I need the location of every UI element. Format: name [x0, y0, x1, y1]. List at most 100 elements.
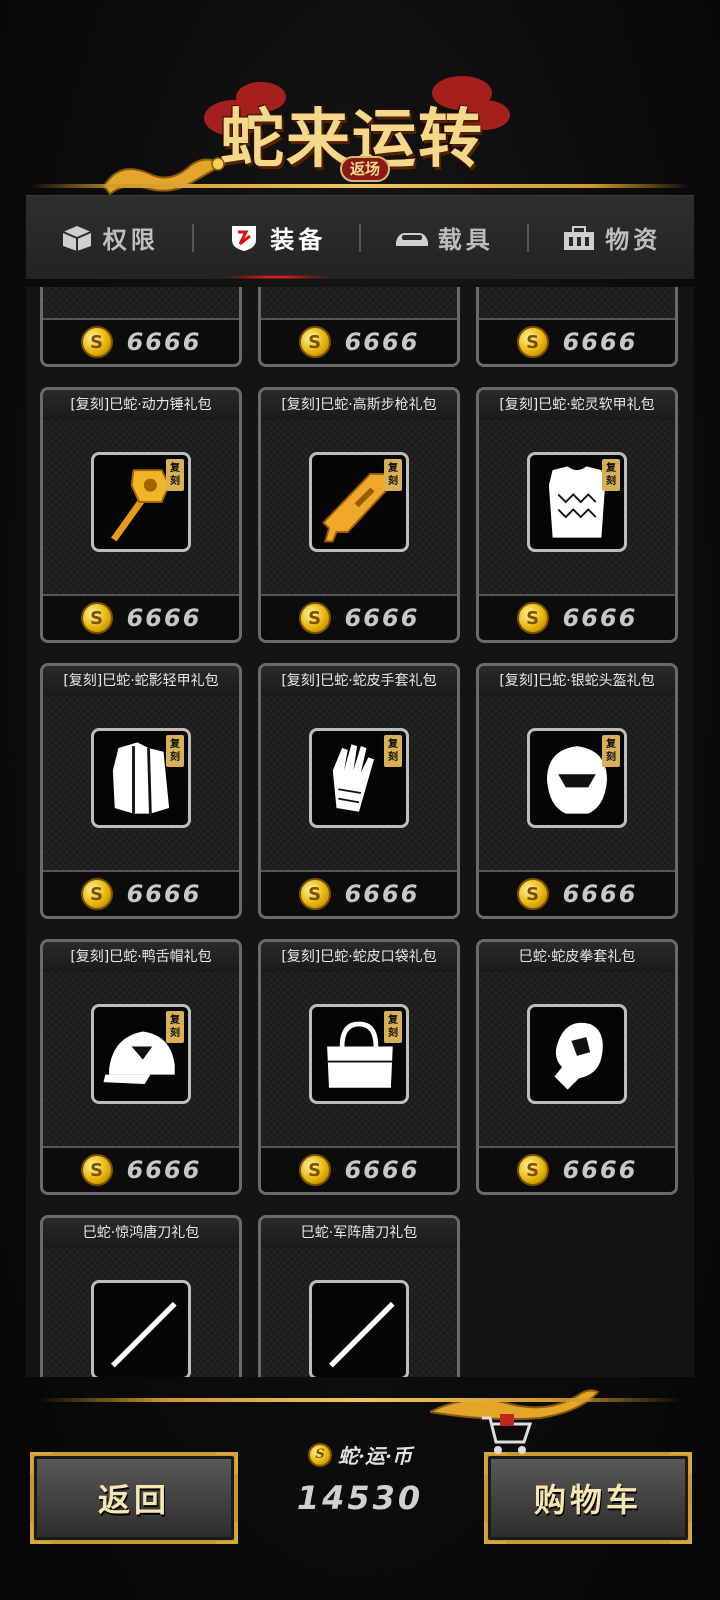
- item-price: 6666: [562, 1156, 638, 1184]
- item-price-row[interactable]: S 6666: [261, 1146, 457, 1192]
- replica-badge: 复刻: [602, 459, 620, 491]
- item-body: [43, 1248, 239, 1377]
- replica-badge: 复刻: [166, 459, 184, 491]
- event-logo: 蛇来运转 返场: [200, 70, 520, 190]
- item-body: 复刻: [261, 696, 457, 872]
- snake-coin-icon: S: [298, 1154, 331, 1186]
- replica-badge: 复刻: [384, 735, 402, 767]
- item-price-row[interactable]: S 6666: [479, 318, 675, 364]
- snake-coin-icon: S: [516, 602, 549, 634]
- item-body: 复刻: [261, 420, 457, 596]
- item-card[interactable]: [复刻]巳蛇·银蛇头盔礼包复刻 S 6666: [476, 663, 678, 919]
- snake-coin-icon: S: [298, 326, 331, 358]
- item-price: 6666: [344, 880, 420, 908]
- item-price: 6666: [344, 328, 420, 356]
- item-body: [43, 287, 239, 320]
- item-body: 复刻: [43, 420, 239, 596]
- snake-coin-icon: S: [298, 878, 331, 910]
- snake-coin-icon: S: [80, 878, 113, 910]
- item-body: [479, 972, 675, 1148]
- item-title: [复刻]巳蛇·动力锤礼包: [43, 390, 239, 420]
- item-image-frame: 复刻: [91, 728, 191, 828]
- item-card[interactable]: [复刻]巳蛇·高斯步枪礼包复刻 S 6666: [258, 387, 460, 643]
- item-price-row[interactable]: S 6666: [261, 594, 457, 640]
- snake-coin-icon: S: [516, 878, 549, 910]
- item-image-frame: [91, 1280, 191, 1377]
- item-title: 巳蛇·蛇皮拳套礼包: [479, 942, 675, 972]
- replica-badge: 复刻: [166, 735, 184, 767]
- item-title: [复刻]巳蛇·鸭舌帽礼包: [43, 942, 239, 972]
- item-price: 6666: [562, 328, 638, 356]
- tab-vehicles[interactable]: 载具: [361, 196, 527, 279]
- item-price-row[interactable]: S 6666: [479, 1146, 675, 1192]
- item-price: 6666: [126, 1156, 202, 1184]
- item-card[interactable]: 巳蛇·军阵唐刀礼包: [258, 1215, 460, 1377]
- item-title: [复刻]巳蛇·高斯步枪礼包: [261, 390, 457, 420]
- item-price-row[interactable]: S 6666: [261, 870, 457, 916]
- item-card[interactable]: [复刻]巳蛇·蛇灵软甲礼包 复刻 S 6666: [476, 387, 678, 643]
- item-grid-viewport[interactable]: S 6666 S 6666 S 6666 [复刻]巳蛇·动力锤礼包 复刻 S 6666 [复刻]巳蛇…: [26, 287, 694, 1377]
- item-title: 巳蛇·惊鸿唐刀礼包: [43, 1218, 239, 1248]
- item-card[interactable]: S 6666: [258, 287, 460, 367]
- tab-supplies[interactable]: 物资: [529, 196, 695, 279]
- back-button[interactable]: 返回: [30, 1452, 238, 1544]
- item-title: [复刻]巳蛇·蛇影轻甲礼包: [43, 666, 239, 696]
- replica-badge: 复刻: [384, 459, 402, 491]
- footer-divider: [40, 1398, 680, 1402]
- item-card[interactable]: [复刻]巳蛇·动力锤礼包复刻 S 6666: [40, 387, 242, 643]
- item-price-row[interactable]: S 6666: [43, 594, 239, 640]
- item-image-frame: 复刻: [309, 452, 409, 552]
- header-divider: [30, 184, 690, 188]
- tab-permissions[interactable]: 权限: [26, 196, 192, 279]
- shopping-cart-button[interactable]: 购物车: [482, 1414, 692, 1544]
- tab-permissions-label: 权限: [102, 226, 159, 254]
- currency-balance: 14530: [296, 1479, 424, 1517]
- currency-label: 蛇·运·币: [338, 1444, 412, 1468]
- item-card[interactable]: S 6666: [476, 287, 678, 367]
- item-body: 复刻: [43, 972, 239, 1148]
- box-icon: [62, 225, 92, 251]
- snake-coin-icon: S: [308, 1442, 333, 1467]
- item-card[interactable]: 巳蛇·惊鸿唐刀礼包: [40, 1215, 242, 1377]
- item-price-row[interactable]: S 6666: [479, 870, 675, 916]
- item-image-frame: [309, 1280, 409, 1377]
- item-card[interactable]: [复刻]巳蛇·蛇皮口袋礼包 复刻 S 6666: [258, 939, 460, 1195]
- item-price: 6666: [126, 880, 202, 908]
- item-body: [261, 1248, 457, 1377]
- tang-sword-icon: [329, 1301, 395, 1368]
- item-card[interactable]: [复刻]巳蛇·蛇影轻甲礼包复刻 S 6666: [40, 663, 242, 919]
- item-price-row[interactable]: S 6666: [43, 870, 239, 916]
- tab-equipment[interactable]: 装备: [194, 196, 360, 279]
- item-image-frame: 复刻: [309, 728, 409, 828]
- item-price-row[interactable]: S 6666: [43, 318, 239, 364]
- replica-badge: 复刻: [602, 735, 620, 767]
- cart-icon: [482, 1414, 533, 1454]
- shield-icon: [232, 225, 257, 251]
- boxing-glove-icon: [554, 1022, 603, 1090]
- item-card[interactable]: S 6666: [40, 287, 242, 367]
- item-card[interactable]: [复刻]巳蛇·蛇皮手套礼包 复刻 S 6666: [258, 663, 460, 919]
- item-image-frame: 复刻: [527, 452, 627, 552]
- item-price-row[interactable]: S 6666: [261, 318, 457, 364]
- item-grid: S 6666 S 6666 S 6666 [复刻]巳蛇·动力锤礼包 复刻 S 6666 [复刻]巳蛇…: [40, 287, 680, 1377]
- item-image-frame: 复刻: [527, 728, 627, 828]
- item-image-frame: 复刻: [91, 1004, 191, 1104]
- item-card[interactable]: 巳蛇·蛇皮拳套礼包 S 6666: [476, 939, 678, 1195]
- item-card[interactable]: [复刻]巳蛇·鸭舌帽礼包复刻 S 6666: [40, 939, 242, 1195]
- currency-display: S 蛇·运·币 14530: [262, 1436, 458, 1546]
- shopping-cart-label: 购物车: [533, 1481, 642, 1519]
- snake-coin-icon: S: [80, 326, 113, 358]
- snake-coin-icon: S: [516, 1154, 549, 1186]
- item-price-row[interactable]: S 6666: [43, 1146, 239, 1192]
- snake-coin-icon: S: [80, 1154, 113, 1186]
- category-tabs: 权限 装备 载具 物资: [26, 195, 694, 279]
- item-title: [复刻]巳蛇·银蛇头盔礼包: [479, 666, 675, 696]
- snake-coin-icon: S: [298, 602, 331, 634]
- item-price-row[interactable]: S 6666: [479, 594, 675, 640]
- snake-coin-icon: S: [80, 602, 113, 634]
- item-title: 巳蛇·军阵唐刀礼包: [261, 1218, 457, 1248]
- item-image-frame: 复刻: [91, 452, 191, 552]
- currency-label-row: S 蛇·运·币: [308, 1440, 412, 1469]
- item-body: [479, 287, 675, 320]
- item-body: 复刻: [261, 972, 457, 1148]
